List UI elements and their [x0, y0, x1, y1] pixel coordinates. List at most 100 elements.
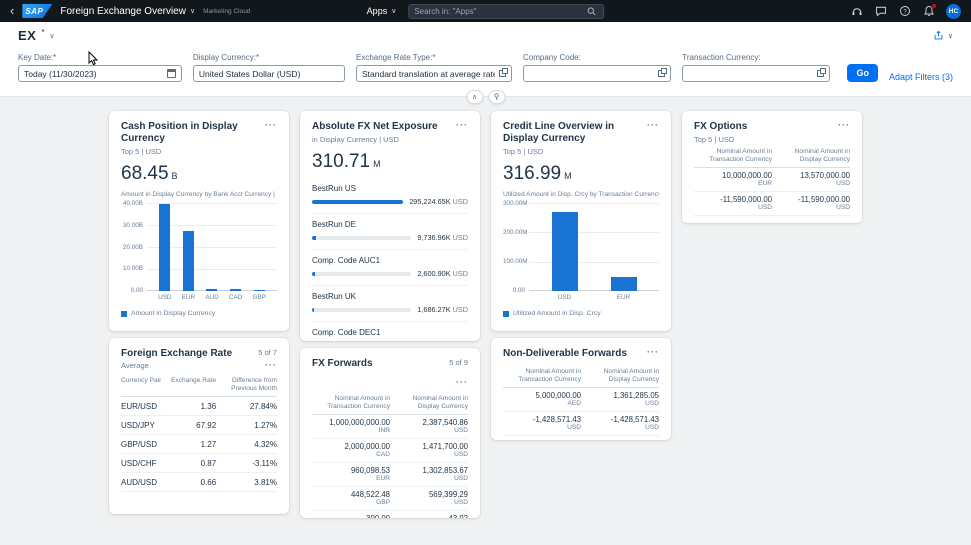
card-fx-options[interactable]: FX Options Top 5 | USD ··· Nominal Amoun…: [682, 111, 862, 223]
card-fx-net-exposure[interactable]: Absolute FX Net Exposure in Display Curr…: [300, 111, 480, 341]
card-title: Credit Line Overview in Display Currency: [503, 121, 615, 144]
table-row: 5,000,000.00 AED 1,361,285.05 USD: [503, 388, 659, 412]
share-menu-button[interactable]: ∨: [933, 30, 953, 41]
notifications-icon[interactable]: [922, 2, 937, 18]
overflow-icon[interactable]: ···: [647, 348, 659, 357]
sap-logo[interactable]: SAP: [22, 4, 53, 18]
apps-menu-button[interactable]: Apps ∨: [367, 6, 397, 16]
variant-selector[interactable]: EX * ∨: [18, 28, 55, 43]
table-row: -1,428,571.43 USD -1,428,571.43 USD: [503, 412, 659, 436]
shell-actions: ? HC: [850, 2, 961, 19]
chevron-down-icon: ∨: [947, 32, 953, 40]
table-row: -11,590,000.00 USD -11,590,000.00 USD: [694, 192, 850, 216]
sap-logo-text: SAP: [25, 6, 44, 16]
date-picker-icon[interactable]: [166, 69, 176, 78]
overflow-icon[interactable]: ···: [265, 121, 277, 130]
table-row: 2,000,000.00 CAD 1,471,700.00 USD: [312, 439, 468, 463]
chevron-down-icon: ∨: [189, 8, 196, 15]
table-row: 300.00NOK 43.92USD: [312, 511, 468, 518]
collapse-header-button[interactable]: ∧: [466, 90, 483, 104]
exchange-rate-type-input[interactable]: [361, 68, 496, 79]
table-row: EUR/USD 1.36 27.84%: [121, 397, 277, 416]
table-row: 1,000,000,000.00 INR 2,387,540.86 USD: [312, 415, 468, 439]
key-date-input[interactable]: [24, 68, 163, 79]
search-input[interactable]: [414, 6, 582, 16]
legend-swatch: [121, 310, 127, 317]
cash-position-bar-chart: 40.00B 30.00B 20.00B 10.00B 0.00: [121, 200, 277, 294]
company-code-input[interactable]: [529, 68, 655, 79]
avatar[interactable]: HC: [946, 3, 961, 19]
chart-legend: Utilized Amount in Disp. Crcy: [503, 310, 659, 317]
exposure-item: BestRun DE 9,736.96K USD: [312, 214, 468, 250]
filter-key-date: Key Date:*: [18, 53, 182, 82]
bar: [182, 230, 194, 291]
overflow-icon[interactable]: ···: [838, 121, 850, 130]
filter-label: Key Date:*: [18, 53, 57, 62]
overflow-icon[interactable]: ···: [456, 377, 468, 387]
filter-label: Transaction Currency:: [682, 53, 761, 62]
table-row: AUD/USD 0.66 3.81%: [121, 473, 277, 492]
back-icon[interactable]: ‹: [10, 0, 14, 22]
search-icon[interactable]: [585, 5, 598, 18]
chevron-up-icon: ∧: [471, 93, 478, 101]
fx-rate-table: Currency Pair Exchange Rate Difference f…: [121, 377, 277, 492]
table-row: 10,000,000.00 EUR 13,570,000.00 USD: [694, 168, 850, 192]
kpi-value: 68.45 B: [121, 163, 178, 184]
variant-modified-marker: *: [41, 28, 45, 37]
dashboard: Cash Position in Display Currency Top 5 …: [109, 111, 862, 518]
table-row: 448,522.48 GBP 569,399.29 USD: [312, 487, 468, 511]
feedback-icon[interactable]: [874, 5, 887, 18]
svg-text:?: ?: [903, 9, 907, 15]
card-title: FX Options: [694, 121, 748, 132]
value-help-icon[interactable]: [817, 68, 827, 77]
overflow-icon[interactable]: ···: [456, 121, 468, 130]
filter-transaction-currency: Transaction Currency:: [682, 53, 831, 82]
apps-label: Apps: [366, 6, 388, 16]
plot-area: [529, 203, 659, 291]
shell-search[interactable]: [408, 3, 605, 19]
go-button[interactable]: Go: [847, 64, 878, 82]
help-icon[interactable]: ?: [898, 5, 911, 18]
card-subtitle: Top 5 | USD: [694, 135, 735, 144]
pin-header-button[interactable]: [488, 90, 505, 104]
app-title-menu[interactable]: Foreign Exchange Overview ∨: [60, 6, 195, 17]
kpi-value: 316.99 M: [503, 163, 572, 184]
fx-forwards-table: Nominal Amount in Transaction Currency No…: [312, 395, 468, 518]
shell-center: Apps ∨: [367, 0, 605, 22]
value-help-icon[interactable]: [499, 68, 509, 77]
notification-badge: [931, 2, 937, 9]
transaction-currency-input[interactable]: [688, 68, 814, 79]
card-foreign-exchange-rate[interactable]: Foreign Exchange Rate 5 of 7 Average ···…: [109, 338, 289, 514]
bar: [159, 204, 171, 291]
card-fx-forwards[interactable]: FX Forwards 5 of 9 ··· Nominal Amount in…: [300, 348, 480, 518]
card-counter: 5 of 9: [449, 358, 468, 367]
assistant-icon[interactable]: [850, 5, 863, 18]
card-title: Absolute FX Net Exposure: [312, 121, 438, 132]
overflow-icon[interactable]: ···: [265, 361, 277, 370]
card-non-deliverable-forwards[interactable]: Non-Deliverable Forwards ··· Nominal Amo…: [491, 338, 671, 440]
card-title: Non-Deliverable Forwards: [503, 348, 627, 359]
table-row: USD/JPY 67.92 1.27%: [121, 416, 277, 435]
table-row: GBP/USD 1.27 4.32%: [121, 435, 277, 454]
value-help-icon[interactable]: [658, 68, 668, 77]
bar: [206, 288, 218, 291]
display-currency-input[interactable]: [198, 68, 339, 79]
filter-label: Exchange Rate Type:*: [355, 53, 436, 62]
table-row: 960,098.53 EUR 1,302,853.67 USD: [312, 463, 468, 487]
page-title: EX: [18, 28, 37, 43]
adapt-filters-link[interactable]: Adapt Filters (3): [889, 72, 953, 82]
shell-bar: ‹ SAP Foreign Exchange Overview ∨ Market…: [0, 0, 971, 22]
x-axis: USD EUR: [557, 294, 631, 301]
app-subtitle: Marketing Cloud: [203, 7, 251, 15]
app-title: Foreign Exchange Overview: [60, 5, 186, 17]
card-subtitle: Average: [121, 361, 149, 370]
card-credit-line[interactable]: Credit Line Overview in Display Currency…: [491, 111, 671, 331]
filter-company-code: Company Code:: [523, 53, 672, 82]
overflow-icon[interactable]: ···: [647, 121, 659, 130]
card-cash-position[interactable]: Cash Position in Display Currency Top 5 …: [109, 111, 289, 331]
filter-label: Company Code:: [523, 53, 581, 62]
credit-line-bar-chart: 300.00M 200.00M 100.00M 0.00: [503, 200, 659, 294]
fx-options-table: Nominal Amount in Transaction Currency No…: [694, 148, 850, 216]
bar: [610, 276, 637, 291]
pin-icon: [494, 93, 499, 100]
